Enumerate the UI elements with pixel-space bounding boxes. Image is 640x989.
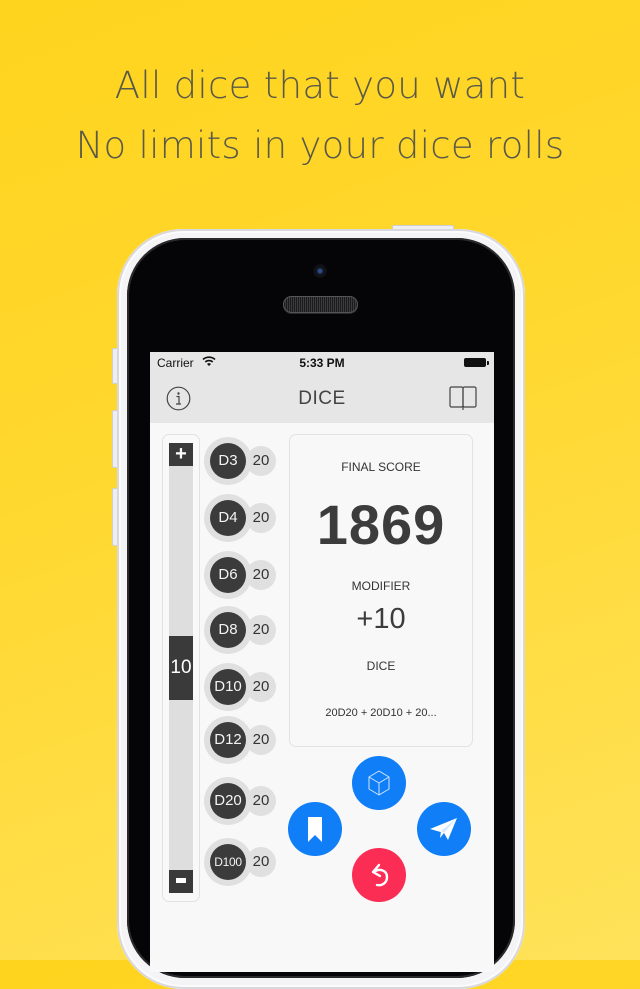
die-row-d20[interactable]: 20 D20: [204, 777, 284, 825]
die-row-d8[interactable]: 20 D8: [204, 606, 284, 654]
save-roll-button[interactable]: [288, 802, 342, 856]
app-screen: Carrier 5:33 PM DICE + 10 20 D3 20 D4 20…: [150, 352, 494, 972]
final-score-value: 1869: [316, 493, 446, 556]
die-button[interactable]: D10: [210, 669, 246, 705]
quantity-stepper[interactable]: + 10: [162, 434, 200, 902]
die-row-d4[interactable]: 20 D4: [204, 494, 284, 542]
dice-label: DICE: [366, 659, 396, 673]
die-button[interactable]: D4: [210, 500, 246, 536]
modifier-value: +10: [356, 603, 406, 635]
die-button[interactable]: D12: [210, 722, 246, 758]
increment-button[interactable]: +: [169, 443, 193, 466]
score-card: FINAL SCORE 1869 MODIFIER +10 DICE 20D20…: [289, 434, 473, 747]
dice-expression: 20D20 + 20D10 + 20...: [325, 707, 437, 719]
status-bar: Carrier 5:33 PM: [150, 352, 494, 374]
die-button[interactable]: D6: [210, 557, 246, 593]
die-button[interactable]: D100: [210, 844, 246, 880]
final-score-label: FINAL SCORE: [341, 460, 421, 474]
die-row-d6[interactable]: 20 D6: [204, 551, 284, 599]
battery-full-icon: [464, 358, 489, 367]
decrement-button[interactable]: [169, 870, 193, 893]
bookmark-icon: [308, 817, 322, 842]
modifier-label: MODIFIER: [351, 579, 411, 593]
earpiece-speaker: [283, 296, 358, 313]
cube-icon: [368, 770, 390, 796]
die-row-d3[interactable]: 20 D3: [204, 437, 284, 485]
share-button[interactable]: [417, 802, 471, 856]
front-camera-icon: [313, 264, 327, 278]
roll-button[interactable]: [352, 756, 406, 810]
nav-bar: DICE: [150, 374, 494, 423]
status-time: 5:33 PM: [299, 356, 345, 370]
die-row-d10[interactable]: 20 D10: [204, 663, 284, 711]
paper-plane-icon: [430, 818, 457, 840]
stepper-value-thumb[interactable]: 10: [169, 636, 193, 700]
headline-line-2: No limits in your dice rolls: [75, 124, 565, 167]
die-button[interactable]: D8: [210, 612, 246, 648]
die-row-d12[interactable]: 20 D12: [204, 716, 284, 764]
die-button[interactable]: D3: [210, 443, 246, 479]
page-title: DICE: [298, 388, 346, 409]
minus-icon: [176, 877, 186, 883]
reset-button[interactable]: [352, 848, 406, 902]
die-row-d100[interactable]: 20 D100: [204, 838, 284, 886]
headline-line-1: All dice that you want: [114, 64, 526, 107]
die-button[interactable]: D20: [210, 783, 246, 819]
undo-icon: [371, 863, 389, 887]
book-icon[interactable]: [448, 384, 478, 414]
